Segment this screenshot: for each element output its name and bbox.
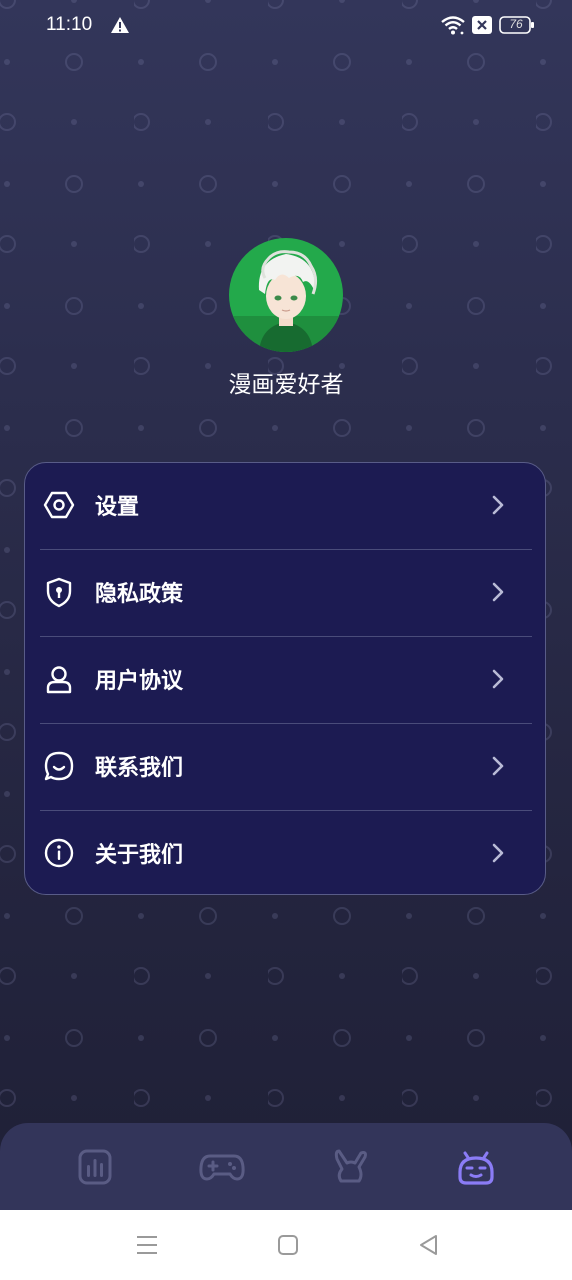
status-time: 11:10	[46, 14, 93, 35]
menu-item-privacy[interactable]: 隐私政策	[25, 550, 547, 637]
wifi-icon	[441, 16, 465, 35]
chart-icon[interactable]	[71, 1145, 119, 1189]
home-icon[interactable]	[275, 1232, 301, 1258]
info-icon	[44, 838, 74, 868]
chevron-right-icon	[492, 669, 504, 689]
no-sim-icon	[472, 16, 492, 34]
status-bar: 11:10 76	[0, 0, 572, 52]
menu-item-about[interactable]: 关于我们	[25, 811, 547, 898]
chevron-right-icon	[492, 495, 504, 515]
battery-level: 76	[509, 17, 523, 31]
warning-icon	[111, 17, 129, 33]
back-icon[interactable]	[416, 1232, 442, 1258]
menu-item-label: 用户协议	[95, 669, 184, 694]
chat-bubble-icon	[44, 751, 74, 781]
menu-item-contact[interactable]: 联系我们	[25, 724, 547, 811]
gamepad-icon[interactable]	[198, 1145, 246, 1189]
shield-keyhole-icon	[46, 577, 72, 608]
avatar-image	[229, 238, 343, 352]
robot-face-icon[interactable]	[452, 1145, 500, 1189]
menu-item-label: 联系我们	[95, 756, 184, 781]
menu-icon[interactable]	[134, 1232, 160, 1258]
hexagon-settings-icon	[43, 491, 75, 519]
menu-item-label: 隐私政策	[95, 582, 184, 607]
menu-item-label: 设置	[95, 495, 140, 520]
menu-card: 设置 隐私政策 用户协议 联系我们 关于我们	[24, 462, 546, 895]
user-icon	[46, 666, 72, 694]
chevron-right-icon	[492, 756, 504, 776]
chevron-right-icon	[492, 843, 504, 863]
menu-item-label: 关于我们	[95, 843, 184, 868]
menu-item-settings[interactable]: 设置	[25, 463, 547, 550]
bottom-tab-bar	[0, 1123, 572, 1210]
battery-indicator: 76	[499, 16, 535, 34]
system-nav-bar	[0, 1210, 572, 1280]
avatar[interactable]	[229, 238, 343, 352]
username: 漫画爱好者	[228, 372, 344, 398]
rabbit-icon[interactable]	[325, 1145, 373, 1189]
app-screen: 11:10 76 漫画爱好者 设置 隐私政策 用户协议 联系我们 关于我们	[0, 0, 572, 1210]
chevron-right-icon	[492, 582, 504, 602]
menu-item-user-agreement[interactable]: 用户协议	[25, 637, 547, 724]
